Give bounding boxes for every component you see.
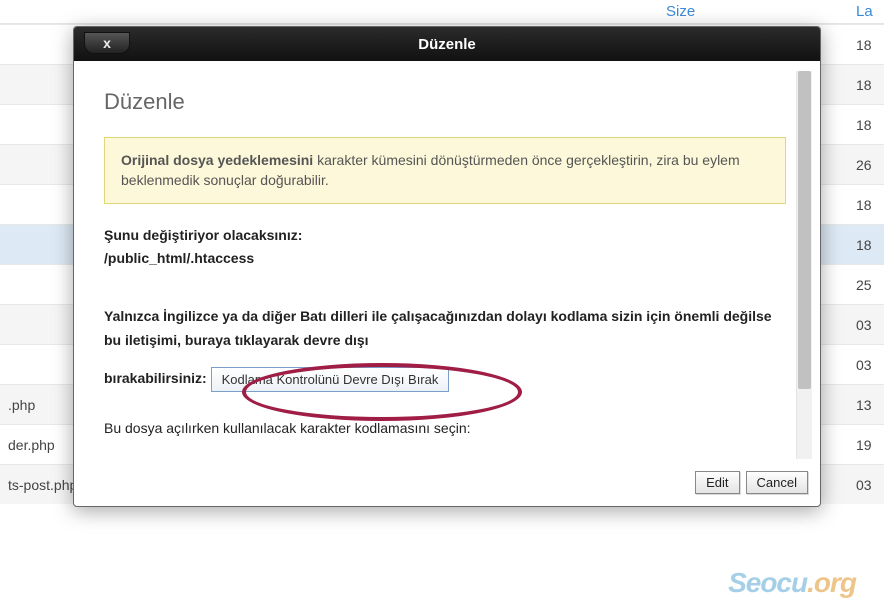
file-lastmod: 19 xyxy=(856,437,884,453)
col-header-size[interactable]: Size xyxy=(666,3,856,20)
edit-button[interactable]: Edit xyxy=(695,471,739,494)
file-lastmod: 25 xyxy=(856,277,884,293)
file-name: .php xyxy=(0,397,35,413)
file-lastmod: 18 xyxy=(856,237,884,253)
content-heading: Düzenle xyxy=(104,89,786,115)
file-lastmod: 26 xyxy=(856,157,884,173)
cancel-button[interactable]: Cancel xyxy=(746,471,808,494)
disable-encoding-text-b: bırakabilirsiniz: xyxy=(104,370,207,386)
dialog-close-button[interactable]: x xyxy=(84,32,130,54)
table-header: Size La xyxy=(0,0,884,24)
content-scrollbar[interactable] xyxy=(796,71,812,459)
dialog-titlebar[interactable]: x Düzenle xyxy=(74,27,820,61)
changing-label: Şunu değiştiriyor olacaksınız: xyxy=(104,227,302,243)
file-lastmod: 18 xyxy=(856,37,884,53)
file-lastmod: 03 xyxy=(856,477,884,493)
file-lastmod: 18 xyxy=(856,197,884,213)
select-encoding-label: Bu dosya açılırken kullanılacak karakter… xyxy=(104,420,786,436)
dialog-title: Düzenle xyxy=(418,36,476,53)
file-lastmod: 03 xyxy=(856,357,884,373)
file-name: ts-post.php xyxy=(0,477,77,493)
backup-warning: Orijinal dosya yedeklemesini karakter kü… xyxy=(104,137,786,204)
disable-encoding-check-button[interactable]: Kodlama Kontrolünü Devre Dışı Bırak xyxy=(211,367,450,392)
watermark-logo: Seocu.org xyxy=(728,567,856,599)
file-lastmod: 13 xyxy=(856,397,884,413)
file-lastmod: 18 xyxy=(856,77,884,93)
disable-encoding-text-a: Yalnızca İngilizce ya da diğer Batı dill… xyxy=(104,308,772,348)
scrollbar-thumb[interactable] xyxy=(798,71,811,389)
file-name: der.php xyxy=(0,437,55,453)
file-lastmod: 18 xyxy=(856,117,884,133)
file-lastmod: 03 xyxy=(856,317,884,333)
col-header-lastmod[interactable]: La xyxy=(856,3,884,20)
edit-dialog: x Düzenle Düzenle Orijinal dosya yedekle… xyxy=(73,26,821,507)
close-icon: x xyxy=(103,36,111,50)
file-path: /public_html/.htaccess xyxy=(104,250,254,266)
dialog-footer: Edit Cancel xyxy=(74,471,820,506)
dialog-content: Düzenle Orijinal dosya yedeklemesini kar… xyxy=(104,71,796,459)
